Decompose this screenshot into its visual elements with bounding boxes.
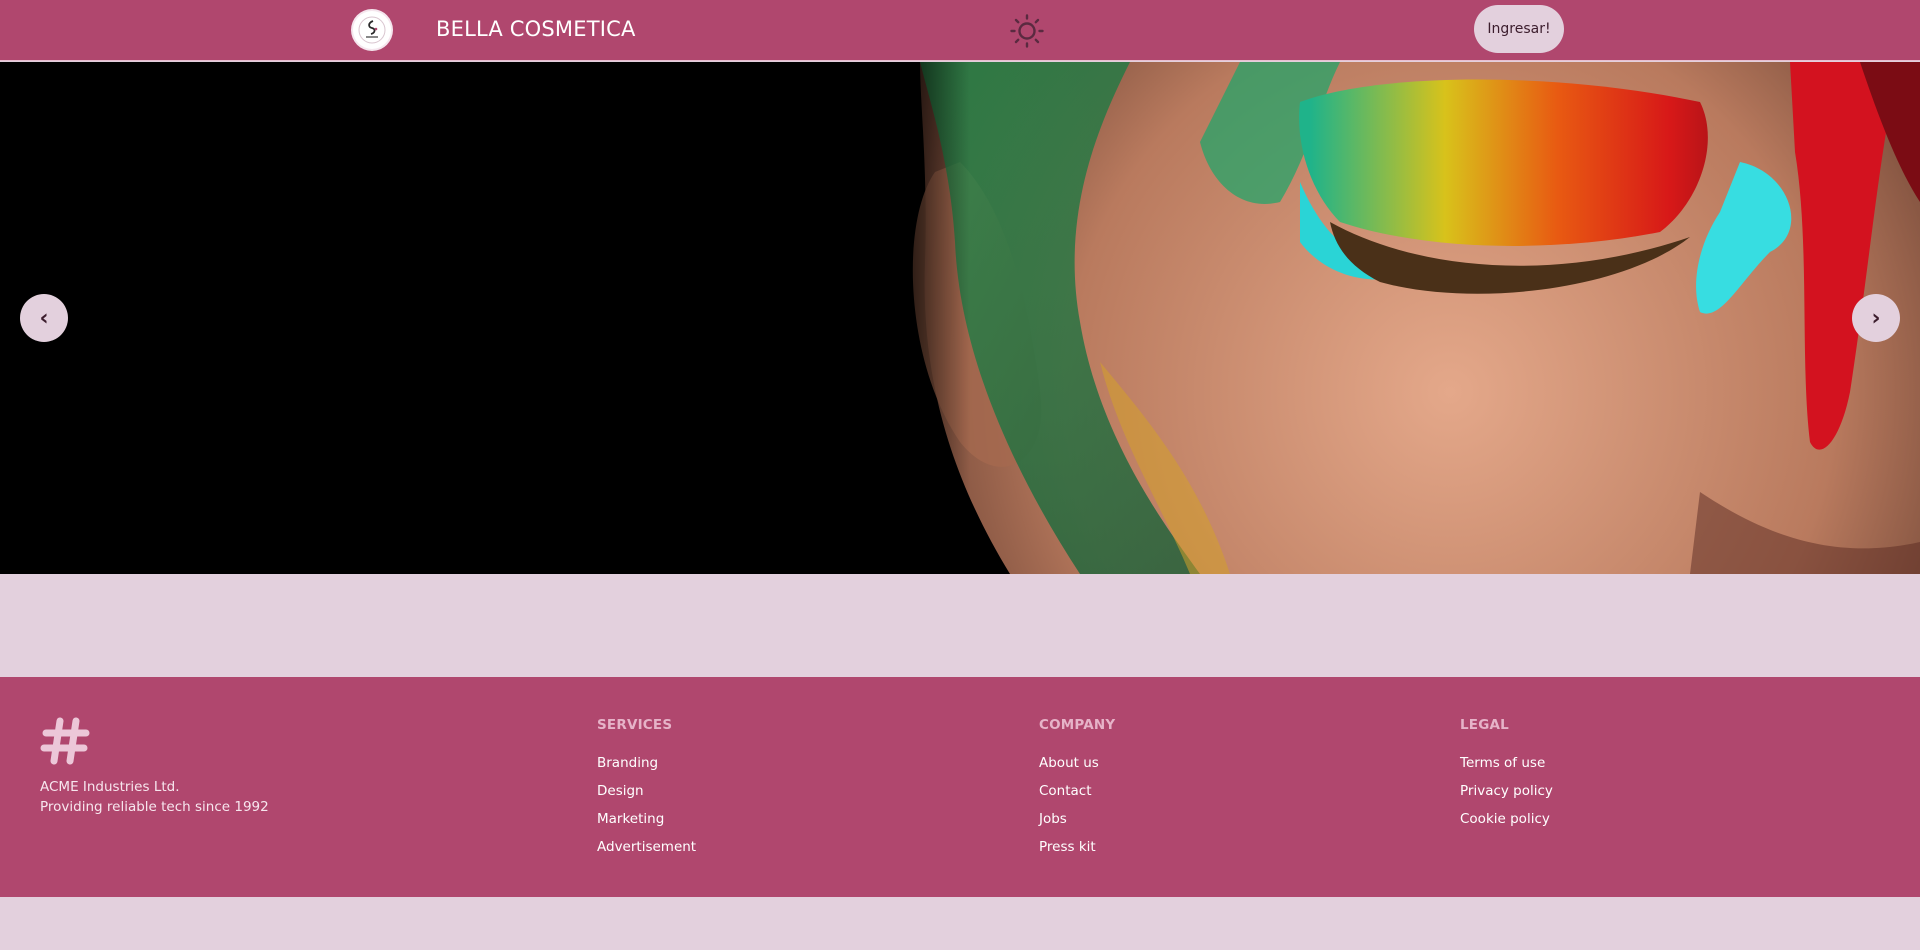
footer-link-advertisement[interactable]: Advertisement [597, 833, 696, 861]
carousel-next-button[interactable]: › [1852, 294, 1900, 342]
sun-icon[interactable] [1007, 11, 1047, 51]
login-button[interactable]: Ingresar! [1474, 5, 1564, 53]
hashtag-icon [40, 717, 90, 765]
footer-link-design[interactable]: Design [597, 777, 696, 805]
footer-brand: ACME Industries Ltd. Providing reliable … [40, 715, 269, 817]
page-bottom [0, 897, 1920, 950]
content-area [0, 574, 1920, 677]
footer-heading-services: Services [597, 717, 673, 733]
footer-services: Services Branding Design Marketing Adver… [597, 717, 696, 861]
footer-company-name: ACME Industries Ltd. [40, 779, 180, 795]
footer-heading-company: Company [1039, 717, 1116, 733]
footer-link-branding[interactable]: Branding [597, 749, 696, 777]
brand-name[interactable]: BELLA COSMETICA [436, 17, 636, 41]
colorful-eye-makeup-photo [0, 62, 1920, 574]
bella-logo-icon[interactable] [353, 11, 391, 49]
footer-heading-legal: Legal [1460, 717, 1509, 733]
navbar: BELLA COSMETICA Ingresar! [0, 0, 1920, 61]
footer-link-cookie[interactable]: Cookie policy [1460, 805, 1553, 833]
footer-link-press-kit[interactable]: Press kit [1039, 833, 1115, 861]
footer-link-privacy[interactable]: Privacy policy [1460, 777, 1553, 805]
footer-link-terms[interactable]: Terms of use [1460, 749, 1553, 777]
footer-company: Company About us Contact Jobs Press kit [1039, 717, 1115, 861]
footer-tagline: Providing reliable tech since 1992 [40, 799, 269, 815]
footer-link-marketing[interactable]: Marketing [597, 805, 696, 833]
footer-link-contact[interactable]: Contact [1039, 777, 1115, 805]
footer-legal: Legal Terms of use Privacy policy Cookie… [1460, 717, 1553, 833]
footer: ACME Industries Ltd. Providing reliable … [0, 677, 1920, 897]
footer-link-jobs[interactable]: Jobs [1039, 805, 1115, 833]
footer-link-about[interactable]: About us [1039, 749, 1115, 777]
carousel-prev-button[interactable]: ‹ [20, 294, 68, 342]
hero-carousel: ‹ › [0, 62, 1920, 574]
